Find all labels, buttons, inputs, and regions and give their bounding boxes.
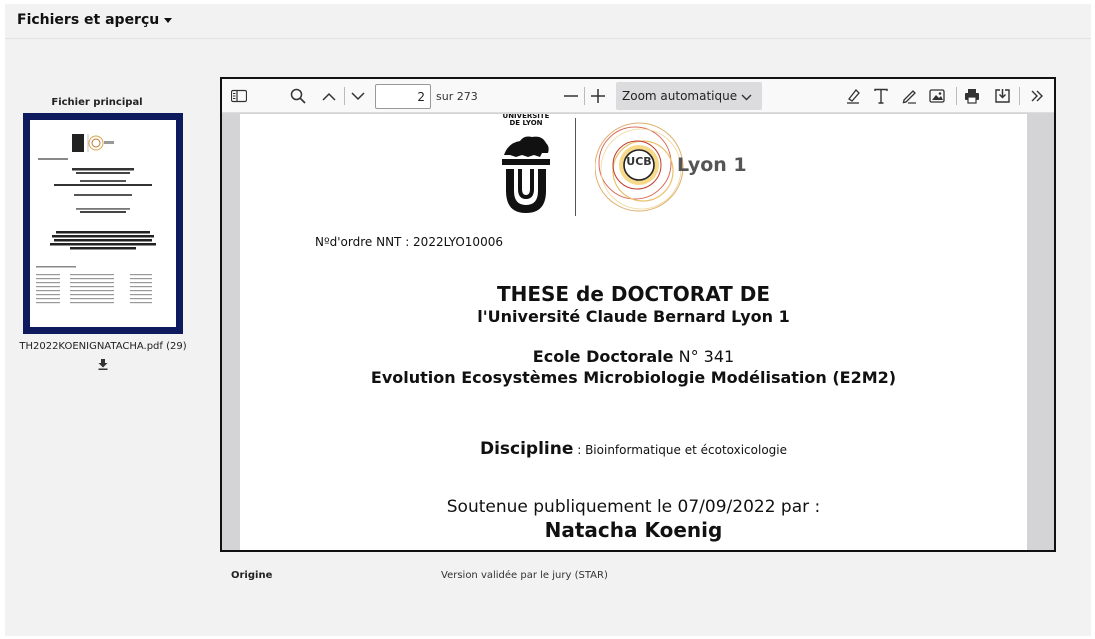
doctoral-school-name: Evolution Ecosystèmes Microbiologie Modé… <box>370 368 897 387</box>
caret-down-icon <box>164 17 173 23</box>
files-preview-toggle[interactable]: Fichiers et aperçu <box>17 12 173 28</box>
universite-de-lyon-logo <box>498 117 554 217</box>
nnt-number: Nºd'ordre NNT : 2022LYO10006 <box>315 235 503 249</box>
chevron-up-icon[interactable] <box>317 84 341 108</box>
origin-label: Origine <box>231 570 273 581</box>
text-icon[interactable] <box>869 84 893 108</box>
toolbar-separator <box>956 87 957 105</box>
toolbar-separator <box>1019 87 1020 105</box>
discipline-label: Discipline <box>479 439 574 459</box>
thumbnail-page <box>30 120 176 327</box>
origin-value: Version validée par le jury (STAR) <box>441 570 608 581</box>
doctoral-school-number: N° 341 <box>678 347 735 366</box>
chevron-down-icon[interactable] <box>346 84 370 108</box>
chevron-down-icon <box>741 90 752 104</box>
discipline-value: : Bioinformatique et écotoxicologie <box>577 443 788 457</box>
highlight-icon[interactable] <box>841 84 865 108</box>
sidebar-toggle-icon[interactable] <box>227 84 251 108</box>
thumbnail-page-render <box>36 134 156 304</box>
university-name: l'Université Claude Bernard Lyon 1 <box>477 307 790 326</box>
zoom-out-icon[interactable] <box>559 84 583 108</box>
save-icon[interactable] <box>990 84 1014 108</box>
zoom-value: Zoom automatique <box>622 89 738 103</box>
ucb-text: UCB <box>626 155 652 168</box>
page-number-input[interactable] <box>375 84 431 109</box>
doctoral-school: Ecole Doctorale N° 341 <box>240 347 1027 366</box>
discipline: Discipline : Bioinformatique et écotoxic… <box>240 439 1027 459</box>
thumbnail-area: TH2022KOENIGNATACHA.pdf (29) <box>17 97 189 387</box>
panel-header: Fichiers et aperçu <box>5 4 1091 39</box>
pdf-page: UNIVERSITÉ DE LYON UCB Lyon 1 Nºd'ordre … <box>240 114 1027 550</box>
draw-icon[interactable] <box>897 84 921 108</box>
panel-title: Fichiers et aperçu <box>17 12 160 28</box>
logo-divider <box>575 118 576 216</box>
author-name: Natacha Koenig <box>544 518 723 542</box>
pdf-toolbar: sur 273 Zoom automatique <box>222 79 1054 113</box>
doctoral-school-label: Ecole Doctorale <box>532 347 674 366</box>
page-total: sur 273 <box>436 90 478 103</box>
toolbar-separator <box>344 87 345 105</box>
download-icon[interactable] <box>96 359 110 373</box>
pdf-viewer[interactable]: sur 273 Zoom automatique <box>220 77 1056 552</box>
zoom-select[interactable]: Zoom automatique <box>616 82 762 110</box>
thesis-title: THESE de DOCTORAT DE <box>496 282 771 306</box>
lyon1-text: Lyon 1 <box>677 154 747 176</box>
toolbar-separator <box>584 87 585 105</box>
more-tools-icon[interactable] <box>1025 84 1049 108</box>
main-file-thumbnail[interactable] <box>23 113 183 334</box>
search-icon[interactable] <box>286 84 310 108</box>
thumbnail-filename[interactable]: TH2022KOENIGNATACHA.pdf (29) <box>17 341 189 352</box>
zoom-in-icon[interactable] <box>586 84 610 108</box>
defense-date: Soutenue publiquement le 07/09/2022 par … <box>446 497 821 517</box>
universite-de-lyon-text: UNIVERSITÉ DE LYON <box>502 114 550 127</box>
image-icon[interactable] <box>925 84 949 108</box>
print-icon[interactable] <box>960 84 984 108</box>
